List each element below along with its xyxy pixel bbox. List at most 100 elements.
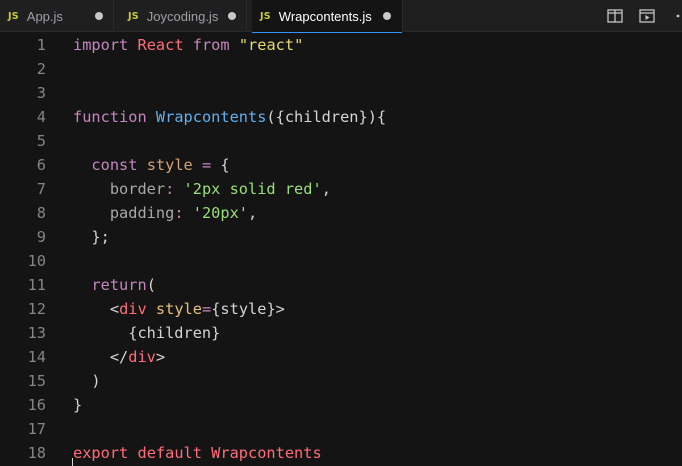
line-code: ) [73, 369, 101, 393]
line-code: const style = { [73, 153, 230, 177]
code-token: ( [146, 276, 156, 294]
code-line[interactable]: 2 [0, 57, 682, 81]
tab-divider [246, 0, 247, 32]
code-token: from [192, 36, 230, 54]
code-token: div [128, 348, 156, 366]
code-token: = [201, 300, 212, 318]
code-token: : [165, 180, 175, 198]
tab-wrapcontents-js[interactable]: JS Wrapcontents.js [252, 0, 402, 33]
code-token: function [73, 108, 147, 126]
line-number: 9 [36, 228, 46, 246]
tab-label: Wrapcontents.js [278, 8, 372, 24]
code-line[interactable]: 16} [0, 393, 682, 417]
line-code: import React from "react" [73, 33, 303, 57]
code-token: , [248, 204, 258, 222]
code-token: React [137, 36, 184, 54]
code-token: padding [109, 204, 175, 222]
code-line[interactable]: 12 <div style={style}> [0, 297, 682, 321]
code-token: Wrapcontents [155, 108, 267, 126]
code-token: }; [73, 228, 110, 246]
text-cursor [72, 458, 73, 466]
line-number: 12 [27, 300, 46, 318]
unsaved-dot-icon[interactable] [383, 12, 391, 20]
javascript-file-icon: JS [128, 10, 139, 22]
code-token: border [109, 180, 166, 198]
line-code: padding: '20px', [73, 201, 257, 225]
line-code: {children} [73, 321, 220, 345]
code-line[interactable]: 10 [0, 249, 682, 273]
code-token: ) [73, 372, 101, 390]
code-line[interactable]: 4 function Wrapcontents({children}){ [0, 105, 682, 129]
code-line[interactable]: 8 padding: '20px', [0, 201, 682, 225]
code-token: style [146, 156, 193, 174]
editor-tab-bar: JS App.js JS Joycoding.js JS Wrapcontent… [0, 0, 682, 33]
line-code: } [73, 393, 82, 417]
line-code: function Wrapcontents({children}){ [73, 105, 386, 129]
line-number: 2 [36, 60, 46, 78]
code-line[interactable]: 14 </div> [0, 345, 682, 369]
split-editor-icon[interactable] [607, 9, 623, 23]
line-number: 3 [36, 84, 46, 102]
line-number: 1 [36, 36, 46, 54]
code-line[interactable]: 5 [0, 129, 682, 153]
tab-label: Joycoding.js [146, 8, 219, 24]
code-token: '2px solid red' [183, 180, 322, 198]
open-preview-icon[interactable] [639, 9, 655, 23]
line-code: <div style={style}> [73, 297, 285, 321]
code-token: Wrapcontents [211, 444, 322, 462]
unsaved-dot-icon[interactable] [95, 12, 103, 20]
line-code: }; [73, 225, 110, 249]
code-line[interactable]: 1 import React from "react" [0, 33, 682, 57]
code-token: ({children}){ [266, 108, 387, 126]
code-token: const [91, 156, 138, 174]
unsaved-dot-icon[interactable] [228, 12, 236, 20]
code-line[interactable]: 17 [0, 417, 682, 441]
line-number: 4 [36, 108, 46, 126]
line-number: 14 [27, 348, 46, 366]
code-line[interactable]: 6 const style = { [0, 153, 682, 177]
code-token: div [119, 300, 147, 318]
line-number: 7 [36, 180, 46, 198]
code-token: = [201, 156, 212, 174]
code-line[interactable]: 18 export default Wrapcontents [0, 441, 682, 465]
code-line[interactable]: 7 border: '2px solid red', [0, 177, 682, 201]
code-line[interactable]: 11 return( [0, 273, 682, 297]
code-token: </ [109, 348, 129, 366]
javascript-file-icon: JS [8, 10, 19, 22]
more-actions-icon[interactable] [672, 9, 682, 23]
code-line[interactable]: 13 {children} [0, 321, 682, 345]
code-token: return [91, 276, 147, 294]
tab-label: App.js [26, 8, 63, 24]
line-number: 5 [36, 132, 46, 150]
line-number: 8 [36, 204, 46, 222]
line-code: </div> [73, 345, 165, 369]
code-token: default [137, 444, 202, 462]
code-editor[interactable]: 1 import React from "react" 2 3 4 function Wr… [0, 32, 682, 466]
javascript-file-icon: JS [260, 10, 271, 22]
code-token: > [155, 348, 166, 366]
line-number: 10 [27, 252, 46, 270]
code-token: import [73, 36, 129, 54]
code-line[interactable]: 3 [0, 81, 682, 105]
tab-app-js[interactable]: JS App.js [0, 0, 113, 32]
line-number: 16 [27, 396, 46, 414]
line-number: 18 [27, 444, 46, 462]
line-code: return( [73, 273, 156, 297]
code-token: : [174, 204, 184, 222]
tab-joycoding-js[interactable]: JS Joycoding.js [120, 0, 247, 32]
code-token: { [211, 156, 230, 174]
code-token: {style}> [211, 300, 285, 318]
code-line[interactable]: 9 }; [0, 225, 682, 249]
code-token: } [73, 396, 83, 414]
code-line[interactable]: 15 ) [0, 369, 682, 393]
